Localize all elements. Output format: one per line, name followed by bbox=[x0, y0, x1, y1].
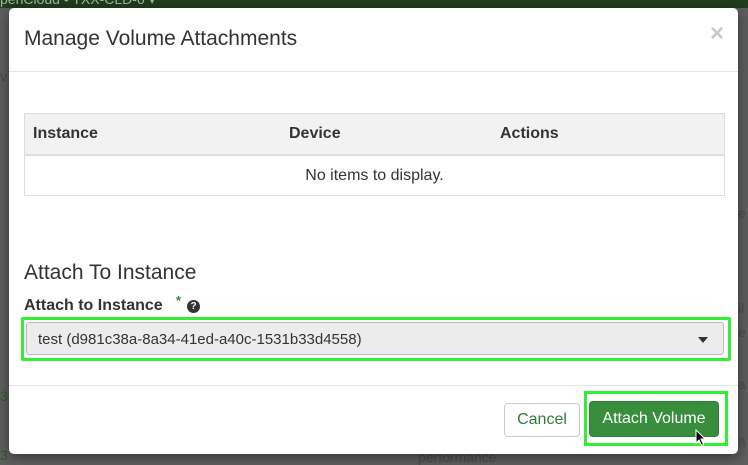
column-header-device: Device bbox=[289, 125, 341, 142]
column-header-instance: Instance bbox=[33, 125, 98, 142]
attachments-table: Instance Device Actions No items to disp… bbox=[24, 113, 725, 196]
table-header: Instance Device Actions bbox=[25, 114, 724, 156]
background-fragment: a bbox=[738, 433, 746, 449]
background-fragment: e bbox=[738, 324, 746, 340]
background-header: penCloud • TXX-CLD-6 ▾ bbox=[0, 0, 748, 8]
dropdown-arrow-icon bbox=[698, 337, 708, 343]
modal-header: Manage Volume Attachments × bbox=[9, 8, 738, 72]
background-fragment: 3 bbox=[0, 447, 8, 463]
close-icon[interactable]: × bbox=[710, 20, 724, 48]
column-header-actions: Actions bbox=[500, 125, 559, 142]
modal-title: Manage Volume Attachments bbox=[24, 27, 298, 50]
background-fragment: 3 bbox=[0, 388, 8, 404]
attach-to-instance-label: Attach to Instance bbox=[24, 297, 163, 314]
manage-volume-attachments-modal: Manage Volume Attachments × Instance Dev… bbox=[9, 8, 738, 454]
background-fragment: v bbox=[0, 68, 7, 84]
instance-select[interactable]: test (d981c38a-8a34-41ed-a40c-1531b33d45… bbox=[26, 322, 724, 355]
empty-table-message: No items to display. bbox=[305, 167, 444, 184]
cancel-button[interactable]: Cancel bbox=[504, 403, 580, 437]
background-header-text: penCloud • TXX-CLD-6 ▾ bbox=[0, 0, 156, 8]
attach-section-title: Attach To Instance bbox=[24, 261, 197, 284]
help-icon[interactable]: ? bbox=[187, 300, 200, 313]
background-fragment: il bbox=[738, 300, 745, 316]
background-fragment: e v bbox=[738, 205, 748, 221]
mouse-cursor-icon bbox=[695, 429, 707, 447]
instance-select-value: test (d981c38a-8a34-41ed-a40c-1531b33d45… bbox=[38, 331, 362, 348]
modal-footer bbox=[9, 385, 738, 386]
background-fragment: a bbox=[738, 376, 746, 392]
required-marker: * bbox=[176, 293, 182, 308]
